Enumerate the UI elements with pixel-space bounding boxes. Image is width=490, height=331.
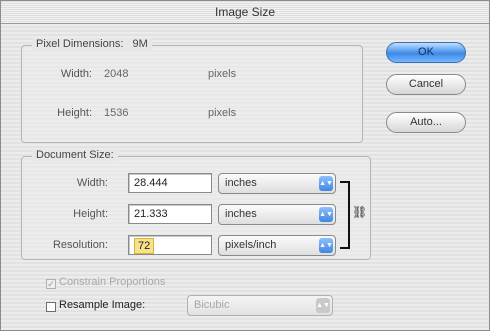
- pixel-dimensions-label: Pixel Dimensions: 9M: [32, 38, 152, 50]
- document-size-label: Document Size:: [32, 149, 118, 161]
- cancel-button[interactable]: Cancel: [386, 74, 466, 95]
- dialog-title: Image Size: [1, 1, 489, 24]
- resample-image-checkbox[interactable]: [46, 302, 56, 312]
- pixel-height-label: Height:: [57, 107, 92, 119]
- resolution-value: 72: [134, 238, 155, 254]
- resolution-label: Resolution:: [52, 239, 108, 251]
- doc-height-label: Height:: [73, 208, 108, 220]
- doc-width-unit-value: inches: [225, 177, 257, 189]
- doc-height-unit-value: inches: [225, 208, 257, 220]
- chevron-updown-icon: ▲▼: [319, 238, 333, 253]
- resample-method-value: Bicubic: [194, 299, 230, 311]
- doc-width-input[interactable]: 28.444: [128, 173, 212, 193]
- chain-link-icon: ⛓: [352, 205, 368, 219]
- doc-height-input[interactable]: 21.333: [128, 204, 212, 224]
- pixel-height-unit: pixels: [208, 107, 237, 119]
- proportion-link-bracket: [340, 181, 350, 249]
- ok-button[interactable]: OK: [386, 42, 466, 63]
- pixel-height-value: 1536: [104, 107, 129, 119]
- resample-method-select[interactable]: Bicubic ▲▼: [187, 295, 333, 316]
- pixel-width-unit: pixels: [208, 68, 237, 80]
- pixel-width-value: 2048: [104, 68, 129, 80]
- pixel-dimensions-group: Pixel Dimensions: 9M Width: 2048 pixels …: [21, 38, 363, 143]
- chevron-updown-icon: ▲▼: [319, 176, 333, 191]
- doc-height-unit-select[interactable]: inches ▲▼: [218, 204, 336, 225]
- resolution-unit-select[interactable]: pixels/inch ▲▼: [218, 235, 336, 256]
- image-size-dialog: Image Size Pixel Dimensions: 9M Width: 2…: [0, 0, 490, 331]
- chevron-updown-icon: ▲▼: [316, 298, 330, 313]
- doc-width-unit-select[interactable]: inches ▲▼: [218, 173, 336, 194]
- constrain-proportions-label: Constrain Proportions: [59, 276, 166, 288]
- auto-button[interactable]: Auto...: [386, 112, 466, 133]
- doc-width-label: Width:: [76, 177, 108, 189]
- pixel-width-label: Width:: [60, 68, 92, 80]
- constrain-proportions-checkbox[interactable]: ✓: [46, 279, 56, 289]
- document-size-group: Document Size: Width: 28.444 inches ▲▼ H…: [21, 149, 371, 260]
- chevron-updown-icon: ▲▼: [319, 207, 333, 222]
- resolution-input[interactable]: 72: [128, 235, 212, 255]
- resample-image-label: Resample Image:: [59, 299, 146, 311]
- resolution-unit-value: pixels/inch: [225, 239, 277, 251]
